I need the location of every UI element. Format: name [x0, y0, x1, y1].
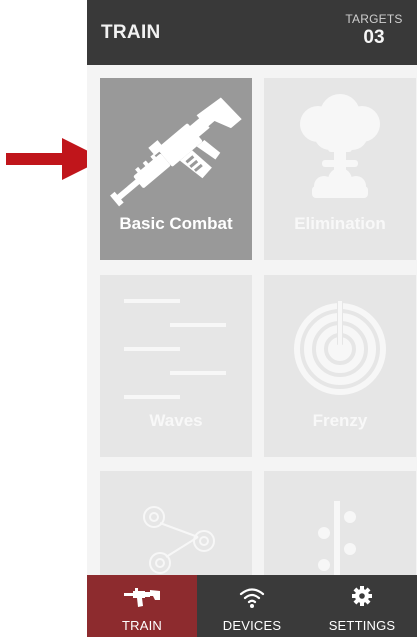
tab-label: DEVICES: [222, 618, 282, 633]
targets-counter: TARGETS 03: [339, 12, 409, 49]
app-screen: TRAIN TARGETS 03 Basic Combat Eliminatio…: [87, 0, 417, 637]
tab-train[interactable]: TRAIN: [87, 575, 197, 637]
mode-tile-basic-combat[interactable]: Basic Combat: [100, 78, 252, 260]
mode-label: Elimination: [294, 214, 386, 233]
bottom-tab-bar: TRAIN DEVICES SETTINGS: [87, 575, 417, 637]
mode-tile-frenzy[interactable]: Frenzy: [264, 275, 416, 457]
mode-label: Frenzy: [312, 411, 368, 430]
tab-settings[interactable]: SETTINGS: [307, 575, 417, 637]
target-network-icon: [143, 506, 215, 574]
mode-tile-target-network[interactable]: [100, 471, 252, 575]
mode-tile-waves[interactable]: Waves: [100, 275, 252, 457]
targets-label: TARGETS: [345, 12, 403, 26]
mode-tile-elimination[interactable]: Elimination: [264, 78, 416, 260]
radar-icon: [294, 297, 386, 395]
rifle-icon: [124, 588, 160, 607]
tab-devices[interactable]: DEVICES: [197, 575, 307, 637]
mode-label: Waves: [149, 411, 203, 430]
mode-tile-sequence[interactable]: [264, 471, 416, 575]
mushroom-cloud-icon: [300, 94, 380, 198]
training-mode-grid: Basic Combat Elimination Waves Frenzy: [87, 65, 417, 575]
targets-count: 03: [363, 27, 385, 48]
waves-icon: [124, 299, 226, 399]
gear-icon: [352, 586, 372, 606]
page-title: TRAIN: [101, 22, 161, 43]
wifi-icon: [239, 588, 265, 608]
mode-label: Basic Combat: [119, 214, 233, 233]
app-header: TRAIN TARGETS 03: [87, 0, 417, 65]
tab-label: TRAIN: [122, 618, 162, 633]
rifle-icon: [110, 97, 242, 207]
screenshot-stage: TRAIN TARGETS 03 Basic Combat Eliminatio…: [0, 0, 417, 637]
sequence-icon: [318, 501, 356, 575]
tab-label: SETTINGS: [328, 618, 396, 633]
